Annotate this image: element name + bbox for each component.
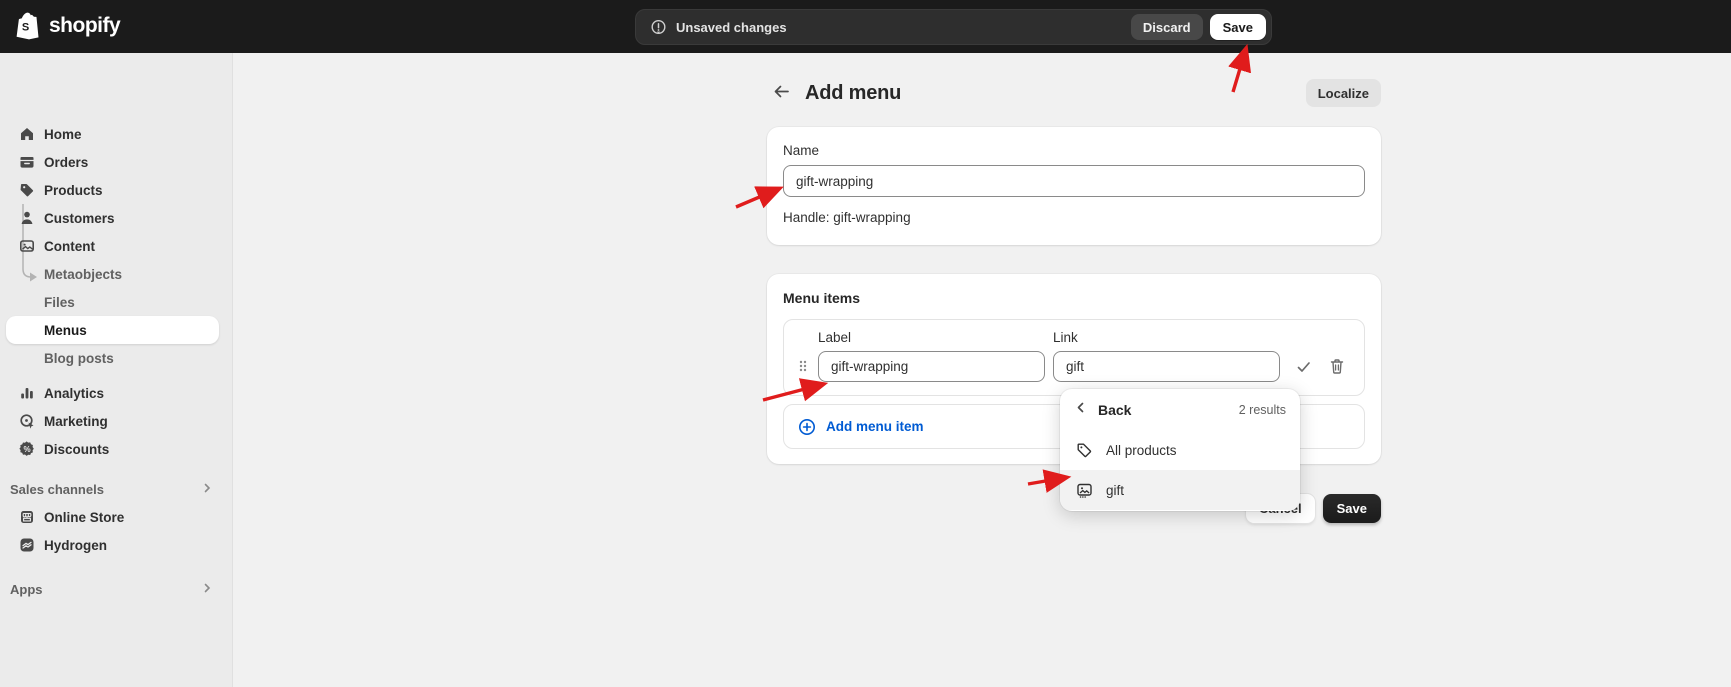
svg-text:S: S [22,22,29,34]
home-icon [18,126,35,143]
page-header: Add menu Localize [767,76,1381,110]
sidebar-item-online-store[interactable]: Online Store [6,503,219,531]
sidebar-item-metaobjects[interactable]: Metaobjects [6,260,219,288]
alert-icon [650,19,667,36]
dropdown-results-count: 2 results [1239,403,1286,417]
sidebar-section-apps[interactable]: Apps [6,575,219,603]
unsaved-changes-bar: Unsaved changes Discard Save [635,9,1272,45]
shopify-logo[interactable]: S shopify [15,11,120,41]
sidebar-item-discounts[interactable]: % Discounts [6,435,219,463]
hydrogen-icon [18,537,35,554]
delete-menu-item-button[interactable] [1324,354,1350,380]
sidebar: Home Orders Products Customers Content [0,53,233,687]
svg-text:%: % [23,445,30,454]
sidebar-item-products[interactable]: Products [6,176,219,204]
localize-button[interactable]: Localize [1306,79,1381,107]
menu-item-label-input[interactable] [818,351,1045,382]
chevron-left-icon [1074,401,1087,419]
add-menu-item-label: Add menu item [826,419,924,434]
label-field-label: Label [818,330,1045,345]
shopify-bag-icon: S [15,11,42,41]
menu-items-title: Menu items [783,290,1365,306]
back-button[interactable] [768,80,794,106]
dropdown-option-all-products[interactable]: All products [1060,430,1300,470]
back-arrow-icon [772,82,791,104]
product-image-icon [1074,482,1094,499]
handle-text: Handle: gift-wrapping [783,210,1365,225]
orders-icon [18,154,35,171]
sidebar-item-customers[interactable]: Customers [6,204,219,232]
dropdown-back-row[interactable]: Back 2 results [1060,390,1300,430]
sidebar-item-marketing[interactable]: Marketing [6,407,219,435]
sidebar-item-analytics[interactable]: Analytics [6,379,219,407]
discounts-icon: % [18,441,35,458]
link-field-group: Link [1053,330,1280,382]
online-store-icon [18,509,35,526]
dropdown-back-label: Back [1098,402,1131,418]
check-icon [1296,359,1312,375]
menu-name-input[interactable] [783,165,1365,197]
page-title: Add menu [805,82,901,105]
drag-handle-icon [797,358,809,374]
save-button[interactable]: Save [1323,494,1381,523]
drag-handle[interactable] [788,350,818,382]
confirm-menu-item-button[interactable] [1291,354,1317,380]
sidebar-item-home[interactable]: Home [6,120,219,148]
plus-circle-icon [798,418,816,436]
sidebar-item-content[interactable]: Content [6,232,219,260]
content-icon [18,238,35,255]
shopify-wordmark: shopify [49,14,120,38]
sidebar-item-files[interactable]: Files [6,288,219,316]
topbar-save-button[interactable]: Save [1210,14,1266,40]
tag-icon [1074,442,1094,459]
menu-item-link-input[interactable] [1053,351,1280,382]
unsaved-changes-message: Unsaved changes [676,20,787,35]
sidebar-item-menus-selected[interactable]: Menus [6,316,219,344]
menu-name-card: Name Handle: gift-wrapping [767,127,1381,245]
topbar: S shopify Unsaved changes Discard Save [0,0,1731,53]
chevron-right-icon [201,482,213,497]
sidebar-item-hydrogen[interactable]: Hydrogen [6,531,219,559]
menu-item-row: Label Link [783,319,1365,396]
marketing-icon [18,413,35,430]
sidebar-section-sales-channels[interactable]: Sales channels [6,475,219,503]
link-field-label: Link [1053,330,1280,345]
chevron-right-icon [201,582,213,597]
trash-icon [1329,358,1345,375]
link-search-dropdown: Back 2 results All products gift [1060,389,1300,511]
discard-button[interactable]: Discard [1131,14,1203,40]
products-tag-icon [18,182,35,199]
sidebar-item-blog-posts[interactable]: Blog posts [6,344,219,372]
analytics-icon [18,385,35,402]
dropdown-option-gift[interactable]: gift [1060,470,1300,510]
label-field-group: Label [818,330,1045,382]
sidebar-item-orders[interactable]: Orders [6,148,219,176]
customers-icon [18,210,35,227]
annotation-arrow-gift-option [1028,478,1063,484]
name-field-label: Name [783,143,1365,158]
